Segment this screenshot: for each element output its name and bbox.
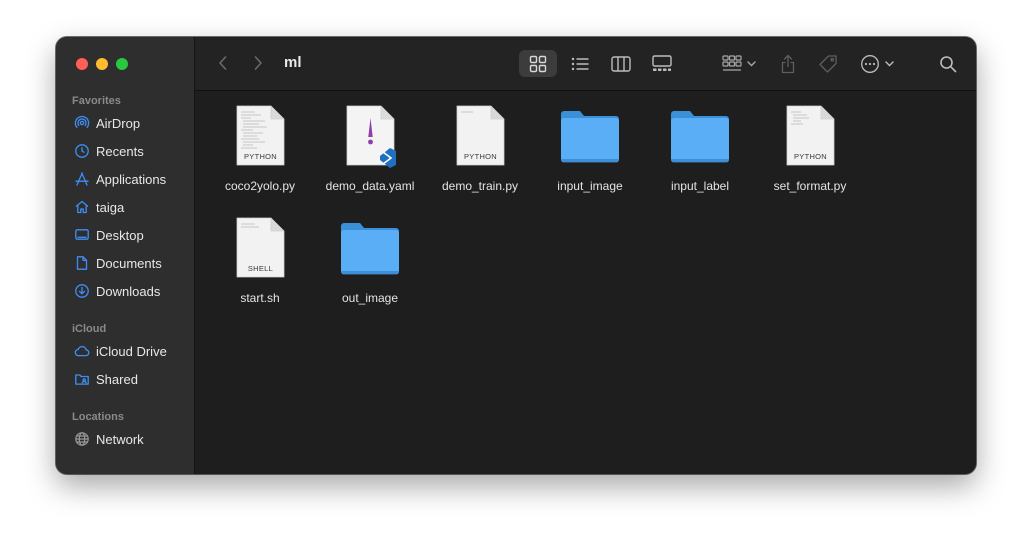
folder-icon: [335, 216, 405, 280]
gallery-view-button[interactable]: [645, 50, 679, 77]
toolbar: ml: [195, 37, 976, 91]
gallery-icon: [652, 55, 672, 71]
finder-window: Favorites AirDrop Recents Applications t…: [56, 37, 976, 474]
sidebar-item-documents[interactable]: Documents: [74, 253, 162, 273]
sidebar-item-icloud-drive[interactable]: iCloud Drive: [74, 341, 167, 361]
python-file-icon: PYTHON: [445, 104, 515, 168]
applications-icon: [75, 172, 89, 186]
sidebar-item-taiga[interactable]: taiga: [74, 197, 124, 217]
file-name: out_image: [341, 291, 399, 305]
sidebar-item-network[interactable]: Network: [74, 429, 144, 449]
sidebar-item-label: iCloud Drive: [96, 343, 167, 359]
document-icon: [76, 256, 88, 270]
sidebar-item-label: Recents: [96, 143, 144, 159]
chevron-left-icon: [219, 56, 227, 70]
file-item[interactable]: SHELL start.sh: [205, 216, 315, 305]
sidebar-item-label: Desktop: [96, 227, 144, 243]
sidebar-section-favorites: Favorites: [72, 95, 121, 107]
chevron-right-icon: [254, 56, 262, 70]
sidebar-item-label: Network: [96, 431, 144, 447]
shared-folder-icon: [75, 374, 89, 385]
folder-item[interactable]: out_image: [315, 216, 425, 305]
sidebar-item-shared[interactable]: Shared: [74, 369, 138, 389]
cloud-icon: [74, 345, 90, 357]
sidebar-item-label: Documents: [96, 255, 162, 271]
folder-item[interactable]: input_image: [535, 104, 645, 193]
svg-text:PYTHON: PYTHON: [244, 152, 277, 161]
python-file-icon: PYTHON: [775, 104, 845, 168]
svg-text:PYTHON: PYTHON: [794, 152, 827, 161]
sidebar-item-label: Shared: [96, 371, 138, 387]
shell-file-icon: SHELL: [225, 216, 295, 280]
maximize-button[interactable]: [116, 58, 128, 70]
list-icon: [571, 57, 588, 70]
share-button[interactable]: [777, 52, 799, 76]
file-item[interactable]: PYTHON coco2yolo.py: [205, 104, 315, 193]
file-name: start.sh: [240, 291, 280, 305]
file-name: demo_data.yaml: [325, 179, 415, 193]
sidebar-section-icloud: iCloud: [72, 323, 107, 335]
file-name: input_image: [557, 179, 623, 193]
back-button[interactable]: [213, 53, 233, 73]
svg-text:SHELL: SHELL: [248, 264, 273, 273]
sidebar-item-airdrop[interactable]: AirDrop: [74, 113, 140, 133]
minimize-button[interactable]: [96, 58, 108, 70]
window-controls: [76, 58, 128, 70]
file-name: demo_train.py: [441, 179, 519, 193]
search-icon: [940, 56, 957, 73]
tag-icon: [819, 55, 837, 73]
sidebar-section-locations: Locations: [72, 411, 124, 423]
sidebar-item-downloads[interactable]: Downloads: [74, 281, 160, 301]
chevron-down-icon: [885, 61, 894, 67]
forward-button[interactable]: [248, 53, 268, 73]
file-name: input_label: [670, 179, 730, 193]
folder-icon: [665, 104, 735, 168]
window-title: ml: [284, 54, 302, 71]
group-icon: [722, 55, 742, 71]
globe-icon: [75, 432, 89, 446]
download-icon: [75, 284, 89, 298]
tag-button[interactable]: [816, 52, 840, 76]
python-file-icon: PYTHON: [225, 104, 295, 168]
column-view-button[interactable]: [604, 50, 638, 77]
main-content: ml PYTHON coco2yolo.py demo_data.yaml PY…: [195, 37, 976, 474]
grid-icon: [529, 55, 547, 72]
columns-icon: [611, 55, 631, 72]
group-by-button[interactable]: [718, 53, 760, 75]
sidebar: Favorites AirDrop Recents Applications t…: [56, 37, 195, 474]
file-item[interactable]: PYTHON demo_train.py: [425, 104, 535, 193]
sidebar-item-applications[interactable]: Applications: [74, 169, 166, 189]
airdrop-icon: [74, 115, 90, 129]
ellipsis-circle-icon: [861, 55, 879, 73]
sidebar-item-label: Downloads: [96, 283, 161, 299]
search-button[interactable]: [937, 52, 959, 76]
folder-icon: [555, 104, 625, 168]
sidebar-item-label: Applications: [96, 171, 167, 187]
folder-item[interactable]: input_label: [645, 104, 755, 193]
home-icon: [75, 200, 89, 214]
sidebar-item-recents[interactable]: Recents: [74, 141, 144, 161]
list-view-button[interactable]: [563, 50, 597, 77]
chevron-down-icon: [747, 61, 756, 67]
svg-text:PYTHON: PYTHON: [464, 152, 497, 161]
file-name: coco2yolo.py: [224, 179, 296, 193]
file-item[interactable]: demo_data.yaml: [315, 104, 425, 193]
more-actions-button[interactable]: [857, 52, 897, 76]
close-button[interactable]: [76, 58, 88, 70]
share-icon: [781, 54, 795, 74]
yaml-file-icon: [335, 104, 405, 168]
sidebar-item-label: AirDrop: [96, 115, 141, 131]
clock-icon: [75, 144, 89, 158]
sidebar-item-desktop[interactable]: Desktop: [74, 225, 144, 245]
icon-view-button[interactable]: [519, 50, 557, 77]
desktop-icon: [75, 229, 89, 240]
file-name: set_format.py: [773, 179, 847, 193]
sidebar-item-label: taiga: [96, 199, 125, 215]
file-item[interactable]: PYTHON set_format.py: [755, 104, 865, 193]
